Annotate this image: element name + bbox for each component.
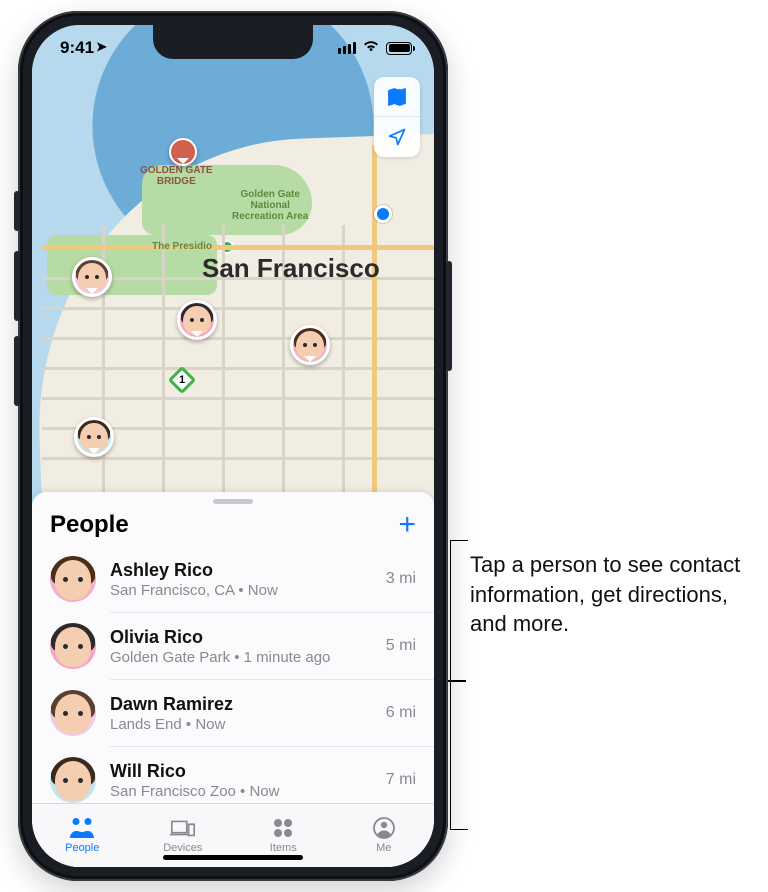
map-avatar-4[interactable] — [74, 417, 114, 457]
sheet-grabber[interactable] — [213, 499, 253, 504]
callout-text: Tap a person to see contact information,… — [470, 550, 750, 639]
map-label-golden-gate-bridge: GOLDEN GATE BRIDGE — [140, 165, 213, 187]
status-icons — [338, 39, 412, 58]
callout-leader — [448, 680, 466, 682]
tab-people[interactable]: People — [32, 804, 133, 865]
map-city-label: San Francisco — [202, 253, 380, 284]
location-arrow-icon: ➤ — [96, 39, 107, 55]
tab-label: Items — [270, 842, 297, 854]
sheet-header: People + — [32, 508, 434, 546]
people-list: Ashley Rico San Francisco, CA • Now 3 mi… — [32, 546, 434, 803]
tab-label: Me — [376, 842, 391, 854]
status-time: 9:41 ➤ — [60, 38, 107, 58]
notch — [153, 25, 313, 59]
tab-label: Devices — [163, 842, 202, 854]
avatar — [50, 757, 96, 803]
map-avatar-3[interactable] — [290, 325, 330, 365]
person-row[interactable]: Olivia Rico Golden Gate Park • 1 minute … — [32, 613, 434, 679]
person-row[interactable]: Ashley Rico San Francisco, CA • Now 3 mi — [32, 546, 434, 612]
person-name: Will Rico — [110, 761, 372, 782]
mute-switch — [14, 191, 20, 231]
person-sub: Golden Gate Park • 1 minute ago — [110, 649, 372, 666]
person-distance: 3 mi — [386, 570, 416, 588]
wifi-icon — [362, 39, 380, 58]
map-pin-golden-gate-bridge[interactable] — [169, 138, 197, 166]
avatar — [50, 556, 96, 602]
callout-bracket — [450, 540, 468, 830]
map-label-presidio: The Presidio — [152, 241, 212, 252]
avatar — [50, 623, 96, 669]
volume-down-button — [14, 336, 20, 406]
current-location-dot — [374, 205, 392, 223]
map-mode-button[interactable] — [374, 77, 420, 117]
map-avatar-1[interactable] — [72, 257, 112, 297]
person-row[interactable]: Will Rico San Francisco Zoo • Now 7 mi — [32, 747, 434, 803]
person-sub: San Francisco Zoo • Now — [110, 783, 372, 800]
side-button — [446, 261, 452, 371]
person-name: Olivia Rico — [110, 627, 372, 648]
person-distance: 7 mi — [386, 771, 416, 789]
iphone-frame: 9:41 ➤ — [18, 11, 448, 881]
person-name: Ashley Rico — [110, 560, 372, 581]
people-sheet[interactable]: People + Ashley Rico San Francisco, CA •… — [32, 492, 434, 867]
volume-up-button — [14, 251, 20, 321]
home-indicator[interactable] — [163, 855, 303, 860]
person-sub: San Francisco, CA • Now — [110, 582, 372, 599]
map-label-recreation-area: Golden Gate National Recreation Area — [232, 189, 308, 222]
person-sub: Lands End • Now — [110, 716, 372, 733]
person-name: Dawn Ramirez — [110, 694, 372, 715]
screen: 9:41 ➤ — [32, 25, 434, 867]
cellular-icon — [338, 42, 356, 54]
add-person-button[interactable]: + — [398, 510, 416, 540]
map-avatar-2[interactable] — [177, 300, 217, 340]
person-distance: 5 mi — [386, 637, 416, 655]
person-row[interactable]: Dawn Ramirez Lands End • Now 6 mi — [32, 680, 434, 746]
clock-text: 9:41 — [60, 38, 94, 58]
map-controls — [374, 77, 420, 157]
person-distance: 6 mi — [386, 704, 416, 722]
tab-label: People — [65, 842, 99, 854]
locate-me-button[interactable] — [374, 117, 420, 157]
tab-me[interactable]: Me — [334, 804, 435, 865]
avatar — [50, 690, 96, 736]
battery-icon — [386, 42, 412, 55]
sheet-title: People — [50, 511, 129, 539]
